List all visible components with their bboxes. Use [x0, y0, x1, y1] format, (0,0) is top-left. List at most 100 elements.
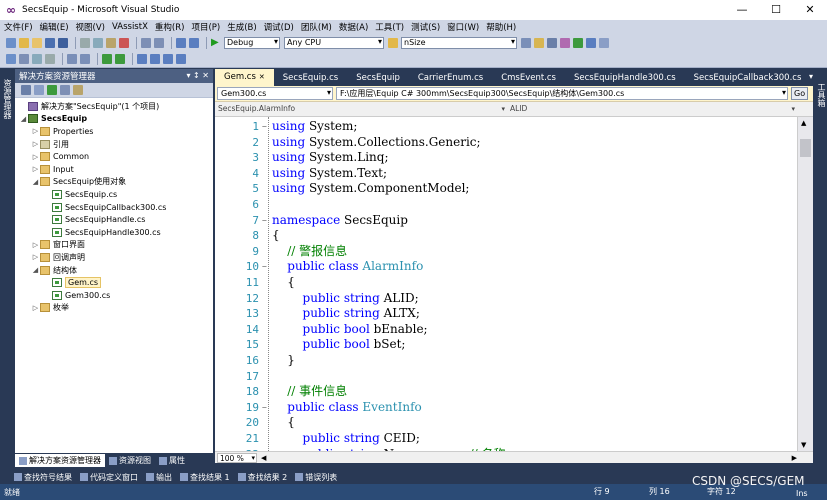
copy-icon[interactable]: [93, 37, 103, 48]
code-line[interactable]: using System.ComponentModel;: [272, 181, 469, 197]
editor-tab[interactable]: SecsEquipCallback300.cs: [685, 71, 811, 86]
menu-item[interactable]: 数据(A): [339, 21, 368, 33]
tree-item[interactable]: ▷ 枚举: [15, 302, 213, 315]
show-all-files-icon[interactable]: [34, 85, 44, 95]
expand-arrow-icon[interactable]: ▷: [31, 241, 40, 249]
panel-tab[interactable]: 属性: [155, 454, 189, 467]
minimize-button[interactable]: —: [725, 0, 759, 20]
code-line[interactable]: }: [272, 353, 295, 369]
tree-item[interactable]: Gem.cs: [15, 276, 213, 289]
file-select[interactable]: Gem300.cs: [217, 87, 333, 100]
code-line[interactable]: using System.Collections.Generic;: [272, 135, 481, 151]
panel-tab[interactable]: 解决方案资源管理器: [15, 454, 105, 467]
menu-item[interactable]: 编辑(E): [40, 21, 69, 33]
open-file-icon[interactable]: [19, 37, 29, 48]
cut-icon[interactable]: [80, 37, 90, 48]
editor-tab[interactable]: CmsEvent.cs: [492, 71, 565, 86]
clear-bookmarks-icon[interactable]: [176, 54, 186, 64]
scroll-up-icon[interactable]: ▲: [801, 119, 806, 127]
output-tab[interactable]: 代码定义窗口: [80, 472, 138, 483]
code-line[interactable]: namespace SecsEquip: [272, 213, 408, 229]
left-tool-strip[interactable]: 资源管理器: [0, 69, 14, 461]
code-line[interactable]: {: [272, 275, 295, 291]
find-combo[interactable]: nSize: [401, 36, 517, 49]
collapse-region-icon[interactable]: −: [262, 122, 267, 131]
tree-item[interactable]: SecsEquipHandle.cs: [15, 213, 213, 226]
code-line[interactable]: using System.Text;: [272, 166, 387, 182]
increase-indent-icon[interactable]: [80, 54, 90, 64]
find-icon[interactable]: [521, 37, 531, 48]
code-line[interactable]: public bool bSet;: [272, 337, 406, 353]
code-line[interactable]: // 事件信息: [272, 384, 347, 400]
undo-icon[interactable]: [141, 37, 151, 48]
view-class-diagram-icon[interactable]: [73, 85, 83, 95]
editor-tab[interactable]: SecsEquip.cs: [274, 71, 347, 86]
display-object-member-icon[interactable]: [6, 54, 16, 64]
go-button[interactable]: Go: [791, 87, 809, 100]
member-select[interactable]: ALID: [507, 103, 797, 115]
scroll-thumb[interactable]: [800, 139, 811, 157]
code-editor[interactable]: 1 using System; 2 using System.Collections.…: [215, 117, 797, 451]
path-select[interactable]: F:\应用层\Equip C# 300mm\SecsEquip300\SecsE…: [336, 87, 788, 100]
navigate-back-icon[interactable]: [176, 37, 186, 48]
next-bookmark-icon[interactable]: [163, 54, 173, 64]
navigate-forward-icon[interactable]: [189, 37, 199, 48]
collapse-arrow-icon[interactable]: ◢: [31, 178, 40, 186]
properties-icon[interactable]: [547, 37, 557, 48]
close-tab-icon[interactable]: ✕: [259, 73, 265, 81]
toolbox-tab[interactable]: 工具箱: [816, 83, 827, 107]
expand-arrow-icon[interactable]: ▷: [31, 153, 40, 161]
start-debugging-icon[interactable]: ▶: [211, 37, 221, 48]
menu-item[interactable]: 重构(R): [155, 21, 185, 33]
menu-item[interactable]: 生成(B): [227, 21, 256, 33]
editor-tab[interactable]: CarrierEnum.cs: [409, 71, 492, 86]
code-line[interactable]: {: [272, 228, 280, 244]
expand-arrow-icon[interactable]: ▷: [31, 304, 40, 312]
type-select[interactable]: SecsEquip.AlarmInfo: [215, 103, 507, 115]
tree-item[interactable]: ▷ Common: [15, 150, 213, 163]
toolbox-icon[interactable]: [573, 37, 583, 48]
save-all-icon[interactable]: [58, 37, 68, 48]
maximize-button[interactable]: ☐: [759, 0, 793, 20]
tree-item[interactable]: ◢ SecsEquip使用对象: [15, 176, 213, 189]
open-folder-icon[interactable]: [32, 37, 42, 48]
code-line[interactable]: public string ALTX;: [272, 306, 420, 322]
menu-item[interactable]: 项目(P): [191, 21, 220, 33]
uncomment-icon[interactable]: [115, 54, 125, 64]
solution-platform-select[interactable]: Any CPU: [284, 36, 384, 49]
expand-arrow-icon[interactable]: ▷: [31, 253, 40, 261]
expand-arrow-icon[interactable]: ▷: [31, 140, 40, 148]
expand-arrow-icon[interactable]: ▷: [31, 127, 40, 135]
start-page-icon[interactable]: [586, 37, 596, 48]
panel-controls[interactable]: ▾ ↕ ✕: [186, 69, 209, 83]
code-line[interactable]: using System;: [272, 119, 357, 135]
redo-icon[interactable]: [154, 37, 164, 48]
tree-item[interactable]: ▷ Properties: [15, 125, 213, 138]
expand-arrow-icon[interactable]: ▷: [31, 165, 40, 173]
menu-item[interactable]: 工具(T): [375, 21, 404, 33]
panel-tab[interactable]: 资源视图: [105, 454, 155, 467]
tree-item[interactable]: ◢ 结构体: [15, 264, 213, 277]
close-button[interactable]: ✕: [793, 0, 827, 20]
output-tab[interactable]: 输出: [146, 472, 172, 483]
scroll-down-icon[interactable]: ▼: [801, 441, 806, 449]
tree-item[interactable]: 解决方案"SecsEquip"(1 个项目): [15, 100, 213, 113]
output-tab[interactable]: 查找符号结果: [14, 472, 72, 483]
tree-item[interactable]: Gem300.cs: [15, 289, 213, 302]
menu-item[interactable]: 视图(V): [76, 21, 105, 33]
horizontal-scrollbar[interactable]: 100 % ◀ ▶: [215, 451, 813, 463]
code-line[interactable]: public class AlarmInfo: [272, 259, 423, 275]
menu-item[interactable]: 团队(M): [301, 21, 332, 33]
tree-item[interactable]: ▷ 引用: [15, 138, 213, 151]
refresh-icon[interactable]: [47, 85, 57, 95]
editor-tab[interactable]: SecsEquipHandle300.cs: [565, 71, 685, 86]
tree-item[interactable]: ▷ 窗口界面: [15, 239, 213, 252]
menu-item[interactable]: 帮助(H): [486, 21, 516, 33]
code-line[interactable]: public class EventInfo: [272, 400, 421, 416]
extension-manager-icon[interactable]: [599, 37, 609, 48]
previous-bookmark-icon[interactable]: [150, 54, 160, 64]
code-line[interactable]: using System.Linq;: [272, 150, 389, 166]
menu-item[interactable]: 窗口(W): [447, 21, 479, 33]
collapse-region-icon[interactable]: −: [262, 216, 267, 225]
tree-item[interactable]: ◢ SecsEquip: [15, 113, 213, 126]
